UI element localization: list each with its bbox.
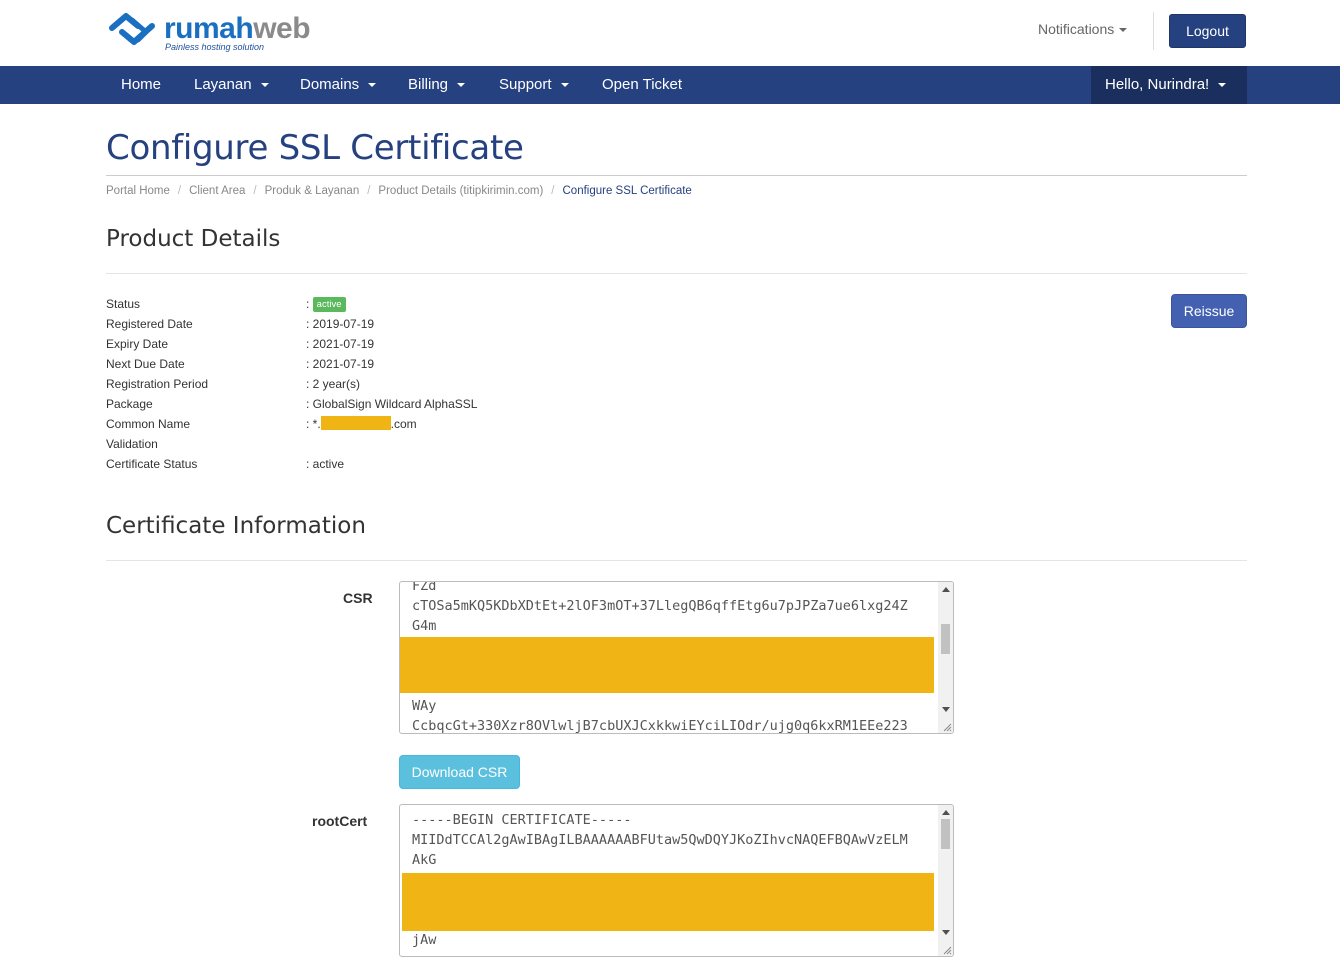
detail-label: Validation (106, 437, 158, 451)
detail-value: : 2021-07-19 (306, 337, 375, 351)
common-name-suffix: .com (390, 417, 417, 431)
csr-line: cTOSa5mKQ5KDbXDtEt+2lOF3mOT+37LlegQB6qff… (412, 598, 908, 614)
breadcrumb-separator: / (253, 185, 257, 197)
certificate-info-divider (106, 560, 1247, 561)
breadcrumb-separator: / (177, 185, 182, 197)
notifications-label: Notifications (1038, 21, 1115, 37)
nav-item-label: Open Ticket (602, 76, 683, 93)
chevron-down-icon (560, 83, 569, 88)
product-details-divider (106, 273, 1247, 274)
breadcrumb-portal-home[interactable]: Portal Home (106, 185, 170, 197)
csr-label: CSR (343, 590, 373, 606)
csr-line: WAy (412, 698, 437, 714)
main-navbar: Home Layanan Domains Billing Support Ope… (0, 66, 1340, 104)
detail-value: : active (306, 457, 345, 471)
nav-item-domains[interactable]: Domains (300, 66, 377, 104)
detail-label: Package (106, 397, 153, 411)
detail-label: Registration Period (106, 377, 209, 391)
logo-tagline: Painless hosting solution (165, 42, 265, 52)
csr-scrollbar[interactable] (938, 582, 953, 733)
scroll-up-icon[interactable] (942, 810, 950, 815)
nav-item-label: Layanan (194, 76, 252, 93)
top-header: rumahweb Painless hosting solution Notif… (0, 0, 1340, 66)
detail-label: Registered Date (106, 317, 193, 331)
logo[interactable]: rumahweb Painless hosting solution (108, 8, 311, 54)
nav-item-home[interactable]: Home (121, 66, 161, 104)
breadcrumb-separator: / (367, 185, 371, 197)
reissue-button[interactable]: Reissue (1171, 294, 1247, 328)
breadcrumb: Portal Home / Client Area / Produk & Layanan… (106, 185, 692, 197)
scroll-down-icon[interactable] (942, 930, 950, 935)
status-badge: active (312, 297, 346, 312)
detail-label: Certificate Status (106, 457, 198, 471)
breadcrumb-product-details[interactable]: Product Details (titipkirimin.com) (378, 185, 543, 197)
title-divider (106, 175, 1247, 176)
redaction-block (402, 873, 934, 931)
chevron-down-icon (368, 83, 377, 88)
csr-line: CcbqcGt+330Xzr8OVlwljB7cbUXJCxkkwiEYciLI… (412, 718, 908, 734)
user-menu-dropdown[interactable]: Hello, Nurindra! (1091, 66, 1247, 104)
csr-textarea[interactable]: FZd cTOSa5mKQ5KDbXDtEt+2lOF3mOT+37LlegQB6… (399, 581, 954, 734)
rootcert-line: AkG (412, 852, 437, 868)
rootcert-line: jAw (412, 932, 437, 948)
detail-value: : *. .com (306, 416, 417, 433)
breadcrumb-current: Configure SSL Certificate (562, 185, 692, 197)
nav-item-layanan[interactable]: Layanan (194, 66, 269, 104)
breadcrumb-separator: / (551, 185, 555, 197)
scroll-down-icon[interactable] (942, 707, 950, 712)
scrollbar-thumb[interactable] (941, 819, 950, 849)
detail-value: : 2021-07-19 (306, 357, 375, 371)
csr-line: FZd (412, 581, 437, 594)
detail-value: : GlobalSign Wildcard AlphaSSL (306, 397, 478, 411)
detail-label: Common Name (106, 417, 191, 431)
breadcrumb-client-area[interactable]: Client Area (189, 185, 245, 197)
rootcert-label: rootCert (312, 813, 368, 829)
user-greeting: Hello, Nurindra! (1105, 76, 1210, 93)
redaction-block (320, 416, 391, 430)
csr-line: G4m (412, 618, 437, 634)
product-details-heading: Product Details (106, 226, 281, 252)
notifications-dropdown[interactable]: Notifications (1038, 21, 1128, 37)
certificate-info-heading: Certificate Information (106, 513, 366, 539)
nav-item-label: Domains (300, 76, 360, 93)
logo-wordmark: rumahweb (164, 12, 311, 45)
page-title: Configure SSL Certificate (106, 128, 524, 168)
detail-label: Expiry Date (106, 337, 169, 351)
logout-button[interactable]: Logout (1169, 14, 1246, 48)
detail-value: : 2 year(s) (306, 377, 361, 391)
resize-handle-icon[interactable] (943, 946, 952, 955)
download-csr-button[interactable]: Download CSR (399, 755, 520, 789)
chevron-down-icon (457, 83, 466, 88)
breadcrumb-produk-layanan[interactable]: Produk & Layanan (265, 185, 360, 197)
common-name-prefix: : *. (306, 417, 321, 431)
detail-value: : active (306, 296, 346, 313)
detail-label: Next Due Date (106, 357, 185, 371)
redaction-block (400, 637, 934, 693)
nav-item-support[interactable]: Support (499, 66, 569, 104)
nav-item-label: Home (121, 76, 162, 93)
nav-item-label: Billing (408, 76, 449, 93)
detail-value: : 2019-07-19 (306, 317, 375, 331)
chevron-down-icon (1119, 28, 1128, 33)
scroll-up-icon[interactable] (942, 587, 950, 592)
rumahweb-logo-icon (109, 13, 155, 45)
resize-handle-icon[interactable] (943, 723, 952, 732)
rootcert-textarea[interactable]: -----BEGIN CERTIFICATE----- MIIDdTCCAl2gA… (399, 804, 954, 957)
chevron-down-icon (260, 83, 269, 88)
detail-label: Status (106, 297, 141, 311)
nav-item-open-ticket[interactable]: Open Ticket (602, 66, 682, 104)
rootcert-line: MIIDdTCCAl2gAwIBAgILBAAAAAABFUtaw5QwDQYJ… (412, 832, 908, 848)
header-divider (1153, 12, 1154, 50)
nav-item-billing[interactable]: Billing (408, 66, 466, 104)
nav-item-label: Support (499, 76, 552, 93)
chevron-down-icon (1218, 83, 1227, 88)
rootcert-line: -----BEGIN CERTIFICATE----- (412, 812, 632, 828)
scrollbar-thumb[interactable] (941, 624, 950, 654)
rootcert-scrollbar[interactable] (938, 805, 953, 956)
